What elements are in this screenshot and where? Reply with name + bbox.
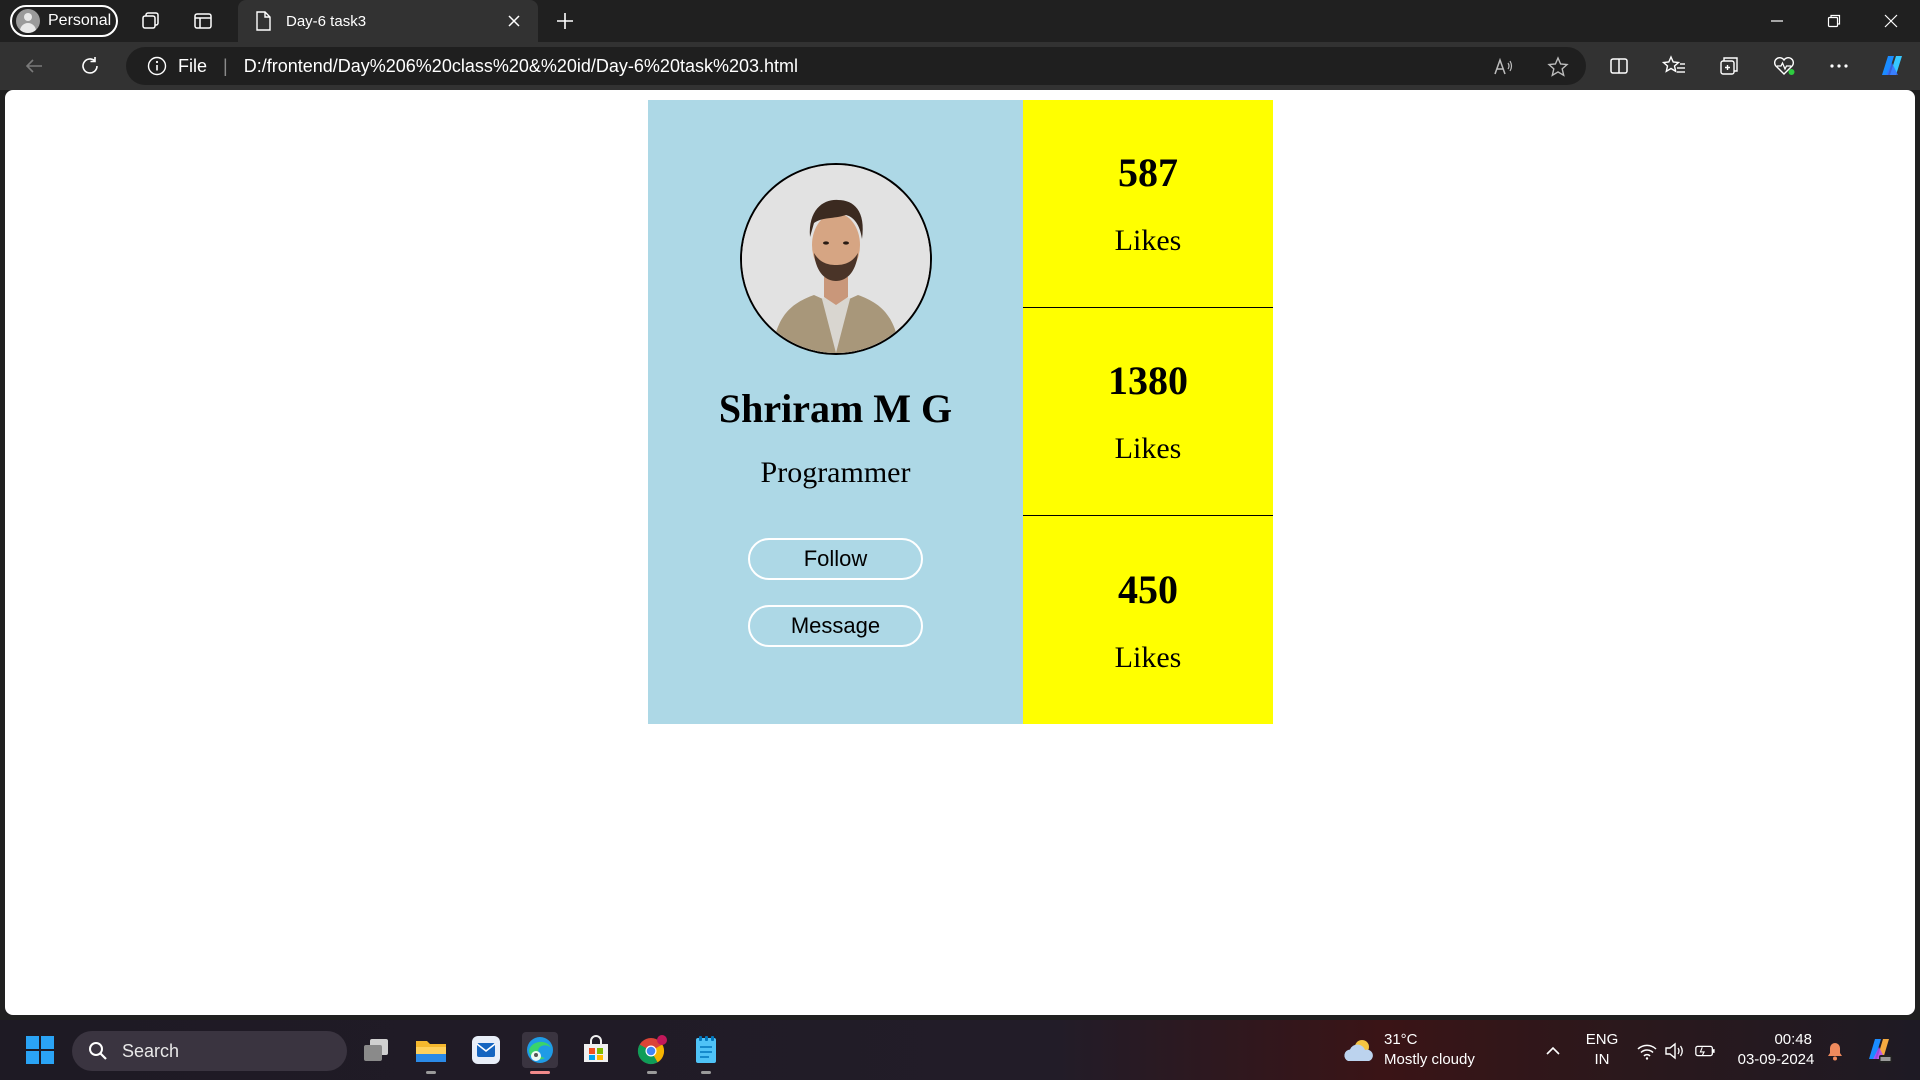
edge-icon[interactable] xyxy=(522,1032,558,1068)
stats-panel: 587 Likes 1380 Likes 450 Likes xyxy=(1023,100,1273,724)
collections-icon[interactable] xyxy=(1715,52,1743,80)
file-explorer-icon[interactable] xyxy=(413,1032,449,1068)
message-button[interactable]: Message xyxy=(748,605,923,647)
taskbar-search[interactable]: Search xyxy=(72,1031,347,1071)
restore-icon[interactable] xyxy=(1819,6,1849,36)
stat-value: 1380 xyxy=(1108,358,1188,403)
split-screen-icon[interactable] xyxy=(1605,52,1633,80)
address-separator: | xyxy=(223,55,228,76)
language-bottom: IN xyxy=(1594,1051,1610,1068)
windows-start-icon[interactable] xyxy=(22,1032,58,1068)
stat-value: 587 xyxy=(1118,150,1178,195)
mail-app-icon[interactable] xyxy=(468,1032,504,1068)
taskbar: Search 31°C Mostly cloudy ENG IN 00:48 0… xyxy=(0,1020,1920,1080)
store-icon[interactable] xyxy=(578,1032,614,1068)
follow-button[interactable]: Follow xyxy=(748,538,923,580)
stat-block: 1380 Likes xyxy=(1023,308,1273,516)
new-tab-icon[interactable] xyxy=(552,8,578,34)
running-indicator xyxy=(647,1071,657,1074)
browser-toolbar: File | D:/frontend/Day%206%20class%20&%2… xyxy=(0,42,1920,90)
refresh-icon[interactable] xyxy=(76,52,104,80)
document-icon xyxy=(252,10,274,32)
clock-date: 03-09-2024 xyxy=(1737,1051,1815,1068)
stat-label: Likes xyxy=(1114,224,1182,257)
profile-panel: Shriram M G Programmer Follow Message xyxy=(648,100,1023,724)
workspaces-icon[interactable] xyxy=(138,8,164,34)
page-viewport: Shriram M G Programmer Follow Message 58… xyxy=(5,90,1915,1015)
close-window-icon[interactable] xyxy=(1876,6,1906,36)
read-aloud-icon[interactable] xyxy=(1492,55,1516,79)
info-icon[interactable] xyxy=(146,55,168,77)
wifi-icon[interactable] xyxy=(1636,1040,1658,1062)
vertical-tabs-icon[interactable] xyxy=(190,8,216,34)
url-text[interactable]: D:/frontend/Day%206%20class%20&%20id/Day… xyxy=(244,56,798,77)
browser-title-bar: Personal Day-6 task3 xyxy=(0,0,1920,42)
favorite-star-icon[interactable] xyxy=(1546,55,1570,79)
running-indicator xyxy=(426,1071,436,1074)
profile-role: Programmer xyxy=(760,456,911,489)
stat-value: 450 xyxy=(1118,566,1178,612)
running-indicator xyxy=(701,1071,711,1074)
profile-avatar-icon xyxy=(16,9,40,33)
profile-name: Shriram M G xyxy=(718,386,953,431)
stat-block: 450 Likes xyxy=(1023,516,1273,724)
chevron-up-icon[interactable] xyxy=(1542,1040,1564,1062)
profile-label: Personal xyxy=(48,12,112,29)
tab-close-icon[interactable] xyxy=(502,9,526,33)
back-icon[interactable] xyxy=(20,52,48,80)
profile-button[interactable]: Personal xyxy=(10,5,118,37)
chrome-icon[interactable] xyxy=(634,1032,670,1068)
notification-bell-icon[interactable] xyxy=(1824,1040,1846,1062)
minimize-icon[interactable] xyxy=(1762,6,1792,36)
favorites-icon[interactable] xyxy=(1660,52,1688,80)
weather-widget[interactable]: 31°C Mostly cloudy xyxy=(1342,1030,1475,1070)
notepad-icon[interactable] xyxy=(688,1032,724,1068)
stat-label: Likes xyxy=(1114,640,1182,674)
language-indicator[interactable]: ENG IN xyxy=(1582,1030,1622,1070)
weather-desc: Mostly cloudy xyxy=(1384,1051,1475,1068)
profile-card: Shriram M G Programmer Follow Message 58… xyxy=(648,100,1273,724)
copilot-taskbar-icon[interactable] xyxy=(1864,1035,1894,1065)
profile-photo xyxy=(739,163,932,355)
search-icon xyxy=(86,1039,110,1063)
tab-title: Day-6 task3 xyxy=(286,12,367,30)
cloud-icon xyxy=(1342,1037,1376,1063)
battery-icon[interactable] xyxy=(1694,1040,1716,1062)
tab-day-6-task3[interactable]: Day-6 task3 xyxy=(238,0,538,42)
active-indicator xyxy=(530,1071,550,1074)
search-placeholder: Search xyxy=(122,1040,180,1061)
task-view-icon[interactable] xyxy=(358,1032,394,1068)
language-top: ENG xyxy=(1585,1031,1619,1048)
weather-temp: 31°C xyxy=(1384,1031,1418,1048)
stat-label: Likes xyxy=(1114,432,1182,465)
copilot-icon[interactable] xyxy=(1878,52,1906,80)
address-bar[interactable]: File | D:/frontend/Day%206%20class%20&%2… xyxy=(126,47,1586,85)
volume-icon[interactable] xyxy=(1664,1040,1686,1062)
more-icon[interactable] xyxy=(1825,52,1853,80)
address-scheme-label: File xyxy=(178,55,208,76)
browser-essentials-icon[interactable] xyxy=(1770,52,1798,80)
clock[interactable]: 00:48 03-09-2024 xyxy=(1736,1030,1816,1070)
stat-block: 587 Likes xyxy=(1023,100,1273,308)
clock-time: 00:48 xyxy=(1774,1031,1812,1048)
